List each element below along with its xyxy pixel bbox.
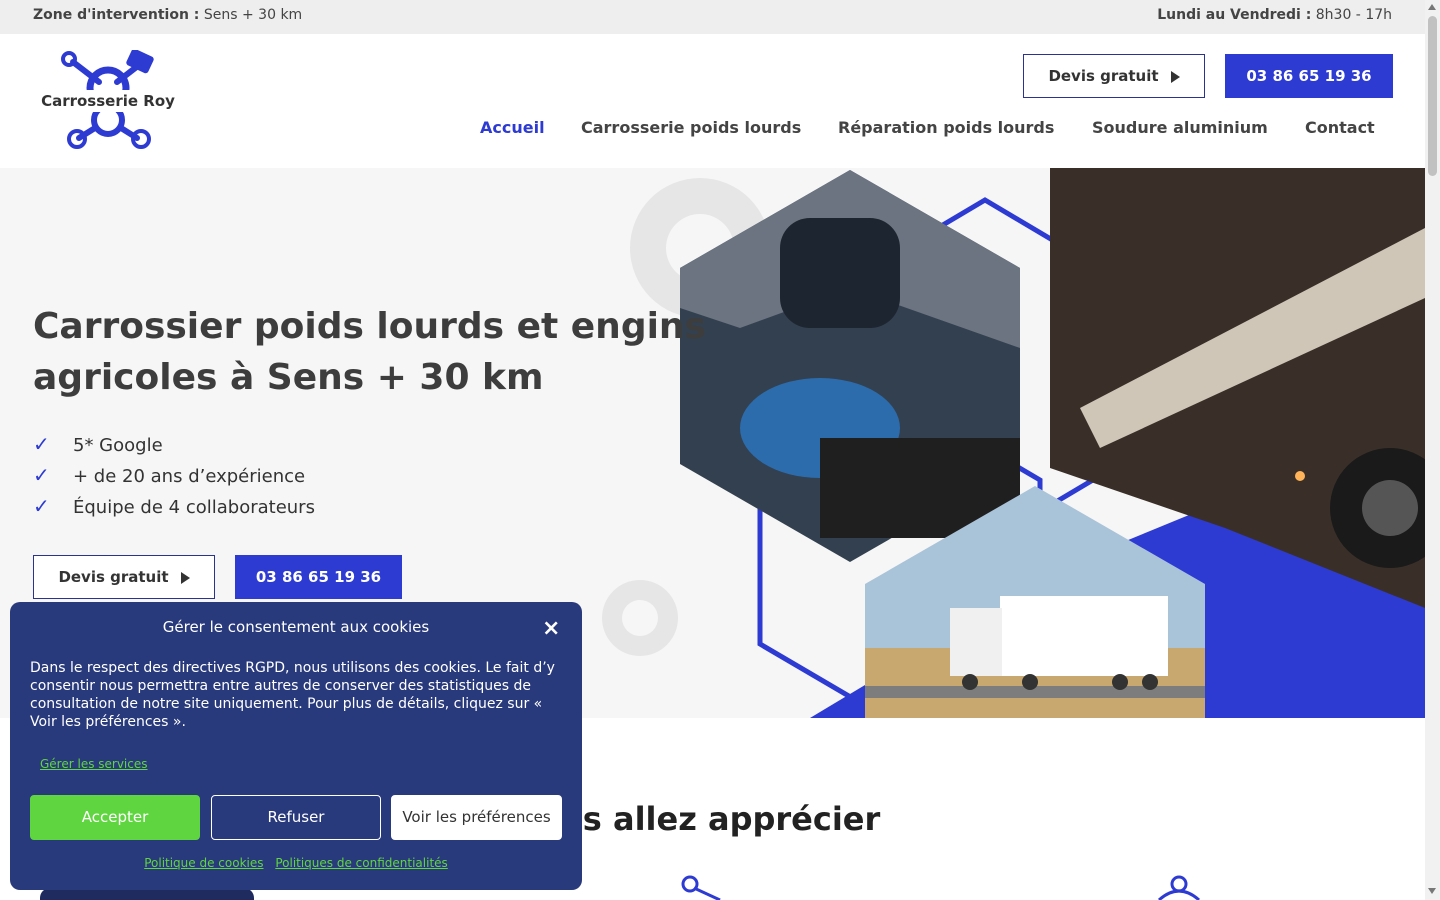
scroll-down-icon[interactable] (1428, 888, 1436, 894)
cookie-policy-link[interactable]: Politique de cookies (144, 856, 263, 870)
site-logo[interactable]: Carrosserie Roy (33, 48, 183, 150)
feature-text: Équipe de 4 collaborateurs (73, 497, 315, 518)
hours-info: Lundi au Vendredi : 8h30 - 17h (1157, 7, 1392, 23)
cookie-links: Politique de cookies Politiques de confi… (10, 856, 582, 870)
feature-item: ✓ Équipe de 4 collaborateurs (33, 494, 315, 518)
feature-item: ✓ + de 20 ans d’expérience (33, 463, 305, 487)
cookie-consent-modal: Gérer le consentement aux cookies × Dans… (10, 602, 582, 890)
section-title: us allez apprécier (560, 800, 881, 838)
zone-label: Zone d'intervention : (33, 7, 200, 23)
team-icon (1157, 875, 1201, 900)
hero-phone-button[interactable]: 03 86 65 19 36 (235, 555, 402, 599)
accept-button[interactable]: Accepter (30, 795, 200, 840)
site-header: Carrosserie Roy Devis gratuit 03 86 65 1… (0, 34, 1425, 168)
check-icon: ✓ (33, 463, 50, 487)
manage-services-link[interactable]: Gérer les services (40, 757, 148, 771)
feature-text: 5* Google (73, 435, 163, 456)
logo-text: Carrosserie Roy (41, 92, 175, 110)
nav-item-accueil[interactable]: Accueil (480, 118, 545, 137)
nav-item-reparation[interactable]: Réparation poids lourds (838, 118, 1054, 137)
cookie-title: Gérer le consentement aux cookies (162, 618, 430, 636)
check-icon: ✓ (33, 494, 50, 518)
refuse-button[interactable]: Refuser (211, 795, 381, 840)
header-devis-button[interactable]: Devis gratuit (1023, 54, 1205, 98)
nav-item-contact[interactable]: Contact (1305, 118, 1375, 137)
page-scrollbar[interactable] (1425, 0, 1440, 900)
hours-label: Lundi au Vendredi : (1157, 7, 1312, 23)
close-icon[interactable]: × (542, 616, 560, 641)
cookie-message: Dans le respect des directives RGPD, nou… (30, 660, 555, 730)
zone-info: Zone d'intervention : Sens + 30 km (33, 7, 302, 23)
play-arrow-icon (1170, 70, 1180, 83)
hero-devis-label: Devis gratuit (58, 568, 169, 586)
hours-value: 8h30 - 17h (1315, 7, 1392, 23)
check-icon: ✓ (33, 432, 50, 456)
scroll-up-icon[interactable] (1428, 4, 1436, 10)
header-devis-label: Devis gratuit (1048, 67, 1159, 85)
scrollbar-thumb[interactable] (1428, 16, 1437, 176)
top-info-bar: Zone d'intervention : Sens + 30 km Lundi… (0, 0, 1425, 34)
feature-text: + de 20 ans d’expérience (73, 466, 306, 487)
hero-devis-button[interactable]: Devis gratuit (33, 555, 215, 599)
nav-item-carrosserie[interactable]: Carrosserie poids lourds (581, 118, 801, 137)
zone-value: Sens + 30 km (203, 7, 303, 23)
hero-title: Carrossier poids lourds et engins agrico… (33, 306, 706, 398)
preferences-button[interactable]: Voir les préférences (391, 795, 562, 840)
privacy-policy-link[interactable]: Politiques de confidentialités (275, 856, 447, 870)
feature-item: ✓ 5* Google (33, 432, 163, 456)
nav-item-soudure[interactable]: Soudure aluminium (1092, 118, 1268, 137)
wrench-icon (681, 875, 721, 900)
header-phone-button[interactable]: 03 86 65 19 36 (1225, 54, 1393, 98)
play-arrow-icon (180, 571, 190, 584)
